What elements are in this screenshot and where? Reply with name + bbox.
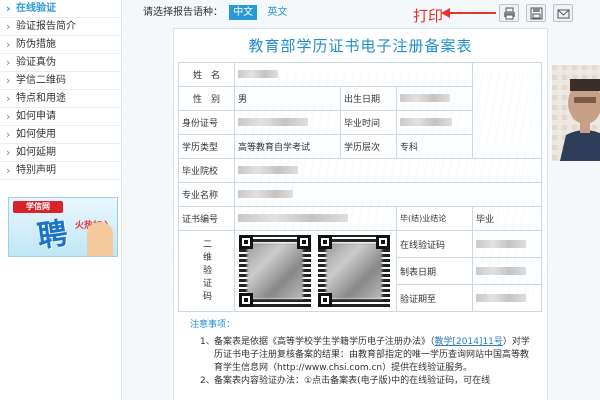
arrow-line	[448, 12, 496, 14]
recruit-banner[interactable]: 学信网 聘 火热加入	[8, 197, 118, 257]
sidebar-item-anti-fake[interactable]: 防伪措施	[0, 36, 121, 54]
notes-title: 注意事项：	[190, 320, 236, 330]
table-row: 二维验证码 在线验证码	[178, 230, 543, 312]
sidebar-item-features[interactable]: 特点和用途	[0, 90, 121, 108]
value-birth	[395, 86, 474, 111]
label-valid-until: 验证期至	[395, 284, 474, 312]
sidebar-menu: 在线验证 验证报告简介 防伪措施 验证真伪 学信二维码 特点和用途 如何申请 如…	[0, 0, 121, 180]
note-text: 备案表内容验证办法：①点击备案表(电子版)中的在线验证码，可在线	[214, 376, 491, 386]
save-icon	[530, 7, 543, 20]
record-table: 姓 名 性 别 男 出生日期 身份证号 毕业时间 学历类型 高等教育自学考试 学…	[178, 62, 543, 312]
document-title: 教育部学历证书电子注册备案表	[248, 37, 473, 55]
regulation-link[interactable]: 教学[2014]11号	[435, 337, 503, 347]
qr-code-right	[317, 235, 390, 307]
note-item-2: 2、 备案表内容验证办法：①点击备案表(电子版)中的在线验证码，可在线	[184, 375, 536, 388]
print-icon	[504, 7, 515, 20]
lang-english-button[interactable]: 英文	[263, 5, 291, 20]
value-grad-time	[395, 110, 474, 135]
value-online-code[interactable]	[472, 230, 543, 258]
table-row: 姓 名	[178, 62, 543, 159]
value-gender: 男	[234, 86, 341, 111]
value-major	[233, 182, 543, 207]
label-name: 姓 名	[178, 62, 235, 87]
email-button[interactable]	[553, 4, 574, 22]
value-cert-number	[234, 206, 397, 231]
print-annotation: 打印	[413, 7, 444, 25]
sidebar-item-how-apply[interactable]: 如何申请	[0, 108, 121, 126]
label-grad-time: 毕业时间	[340, 110, 397, 135]
lang-chinese-button[interactable]: 中文	[229, 5, 258, 20]
value-edu-level: 专科	[395, 134, 474, 159]
label-edu-level: 学历层次	[340, 134, 397, 159]
note-number: 2、	[200, 376, 215, 386]
main-area: 请选择报告语种： 中文 英文 打印 教育部学历证书电子注册备案表 姓 名 性 别…	[123, 0, 600, 400]
label-conclusion: 毕(结)业结论	[395, 206, 474, 231]
label-edu-type: 学历类型	[178, 134, 235, 159]
sidebar-item-how-extend[interactable]: 如何延期	[0, 144, 121, 162]
student-photo	[552, 65, 600, 161]
sidebar-item-report-intro[interactable]: 验证报告简介	[0, 18, 121, 36]
photo-cell	[472, 62, 543, 159]
value-name	[233, 62, 474, 87]
label-qr: 二维验证码	[178, 230, 235, 312]
label-gender: 性 别	[178, 86, 235, 111]
email-icon	[557, 9, 570, 19]
save-button[interactable]	[526, 4, 547, 22]
banner-person-image	[87, 222, 113, 256]
registration-record: 教育部学历证书电子注册备案表 姓 名 性 别 男 出生日期 身份证号 毕业时间	[173, 28, 548, 400]
note-number: 1、	[200, 337, 215, 347]
sidebar-item-verify-authenticity[interactable]: 验证真伪	[0, 54, 121, 72]
toolbar	[495, 4, 574, 22]
note-text: 备案表是依据《高等学校学生学籍学历电子注册办法》（	[214, 337, 435, 347]
label-birth: 出生日期	[340, 86, 397, 111]
table-row: 证书编号 毕(结)业结论 毕业	[178, 206, 543, 231]
value-school	[233, 158, 543, 183]
qr-code-left	[239, 235, 311, 307]
value-valid-until	[472, 284, 543, 312]
label-school: 毕业院校	[178, 158, 235, 183]
label-major: 专业名称	[178, 182, 235, 207]
value-conclusion: 毕业	[472, 206, 543, 231]
print-button[interactable]	[499, 4, 519, 22]
language-selector: 请选择报告语种： 中文 英文	[143, 5, 291, 21]
note-item-1: 1、 备案表是依据《高等学校学生学籍学历电子注册办法》（教学[2014]11号）…	[184, 336, 536, 375]
qr-codes-cell	[234, 230, 397, 312]
sidebar-item-how-use[interactable]: 如何使用	[0, 126, 121, 144]
value-edu-type: 高等教育自学考试	[234, 134, 341, 159]
table-row: 专业名称	[178, 182, 543, 207]
value-made-date	[472, 257, 543, 285]
sidebar-item-qrcode[interactable]: 学信二维码	[0, 72, 121, 90]
portrait-image	[552, 65, 600, 161]
language-prompt: 请选择报告语种：	[143, 7, 223, 18]
table-row: 毕业院校	[178, 158, 543, 183]
banner-headline: 聘	[35, 216, 70, 255]
notes-section: 注意事项： 1、 备案表是依据《高等学校学生学籍学历电子注册办法》（教学[201…	[184, 319, 536, 388]
sidebar: 在线验证 验证报告简介 防伪措施 验证真伪 学信二维码 特点和用途 如何申请 如…	[0, 0, 122, 400]
label-cert-number: 证书编号	[178, 206, 235, 231]
label-online-code: 在线验证码	[395, 230, 474, 258]
label-made-date: 制表日期	[395, 257, 474, 285]
value-id-number	[234, 110, 341, 135]
label-qr-text: 二维验证码	[201, 238, 211, 304]
sidebar-item-statement[interactable]: 特别声明	[0, 162, 121, 180]
sidebar-item-online-verify[interactable]: 在线验证	[0, 0, 121, 18]
label-id-number: 身份证号	[178, 110, 235, 135]
